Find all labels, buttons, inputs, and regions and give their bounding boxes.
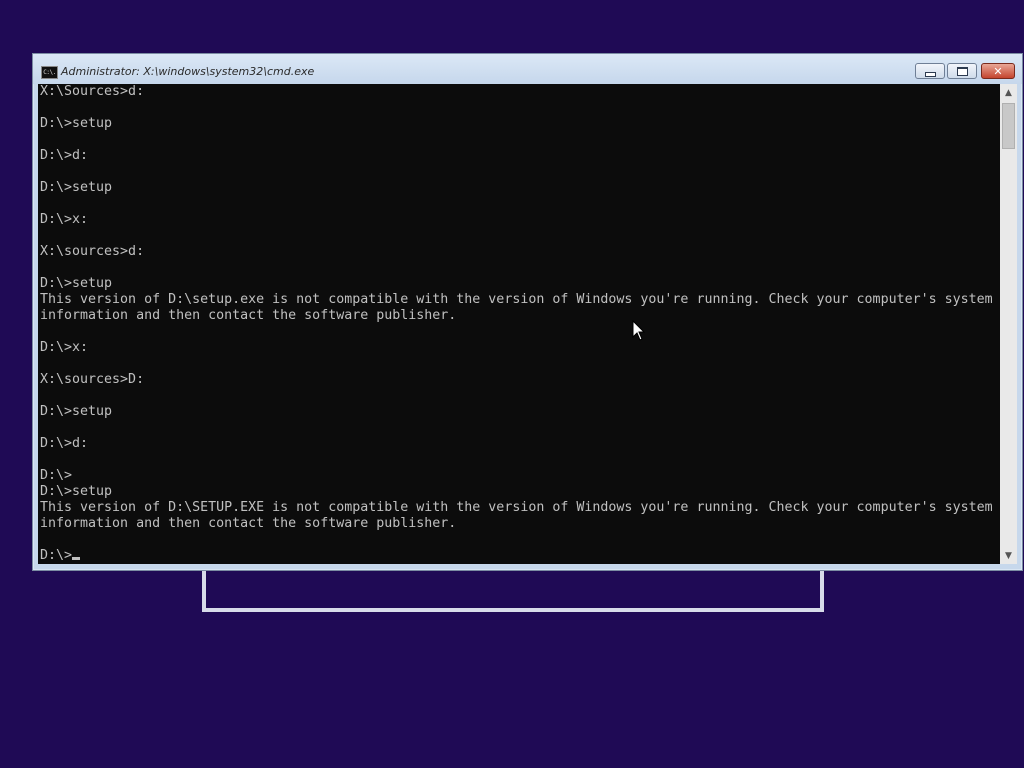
console-line: D:\>setup	[40, 484, 113, 499]
console-line: D:\>	[40, 468, 73, 483]
console-output: X:\Sources>d: D:\>setup D:\>d: D:\>setup…	[38, 84, 1000, 548]
console-line: D:\>d:	[40, 148, 89, 163]
text-cursor	[72, 557, 81, 560]
chevron-up-icon: ▲	[1005, 87, 1012, 98]
console-line: D:\>setup	[40, 404, 113, 419]
console-line: information and then contact the softwar…	[40, 516, 457, 531]
console-line: This version of D:\SETUP.EXE is not comp…	[40, 500, 993, 515]
close-button[interactable]: ✕	[981, 63, 1015, 79]
scroll-up-button[interactable]: ▲	[1000, 84, 1017, 101]
minimize-icon	[924, 71, 936, 77]
cmd-app-icon[interactable]: C:\.	[41, 66, 58, 79]
console-current-line[interactable]: D:\>	[38, 548, 1000, 564]
close-icon: ✕	[993, 64, 1003, 78]
console-line: X:\Sources>d:	[40, 84, 145, 99]
console-line: D:\>d:	[40, 436, 89, 451]
scroll-down-button[interactable]: ▼	[1000, 547, 1017, 564]
desktop-background: C:\. Administrator: X:\windows\system32\…	[0, 0, 1024, 768]
console-line: information and then contact the softwar…	[40, 308, 457, 323]
minimize-button[interactable]	[915, 63, 945, 79]
console-line: D:\>x:	[40, 212, 89, 227]
window-title: Administrator: X:\windows\system32\cmd.e…	[61, 65, 315, 78]
console-line: X:\sources>D:	[40, 372, 145, 387]
console-line: D:\>setup	[40, 276, 113, 291]
mouse-pointer-icon	[632, 320, 646, 341]
console-line: D:\>setup	[40, 116, 113, 131]
cmd-window[interactable]: C:\. Administrator: X:\windows\system32\…	[32, 53, 1023, 571]
console-line: D:\>setup	[40, 180, 113, 195]
console-line: This version of D:\setup.exe is not comp…	[40, 292, 993, 307]
maximize-icon	[956, 66, 968, 76]
chevron-down-icon: ▼	[1005, 550, 1012, 561]
console-output-area[interactable]: X:\Sources>d: D:\>setup D:\>d: D:\>setup…	[38, 84, 1000, 564]
title-bar[interactable]: C:\. Administrator: X:\windows\system32\…	[33, 54, 1022, 84]
maximize-button[interactable]	[947, 63, 977, 79]
scrollbar-thumb[interactable]	[1002, 103, 1015, 149]
vertical-scrollbar[interactable]: ▲ ▼	[1000, 84, 1017, 564]
console-line: X:\sources>d:	[40, 244, 145, 259]
console-line: D:\>x:	[40, 340, 89, 355]
current-prompt: D:\>	[40, 548, 73, 563]
